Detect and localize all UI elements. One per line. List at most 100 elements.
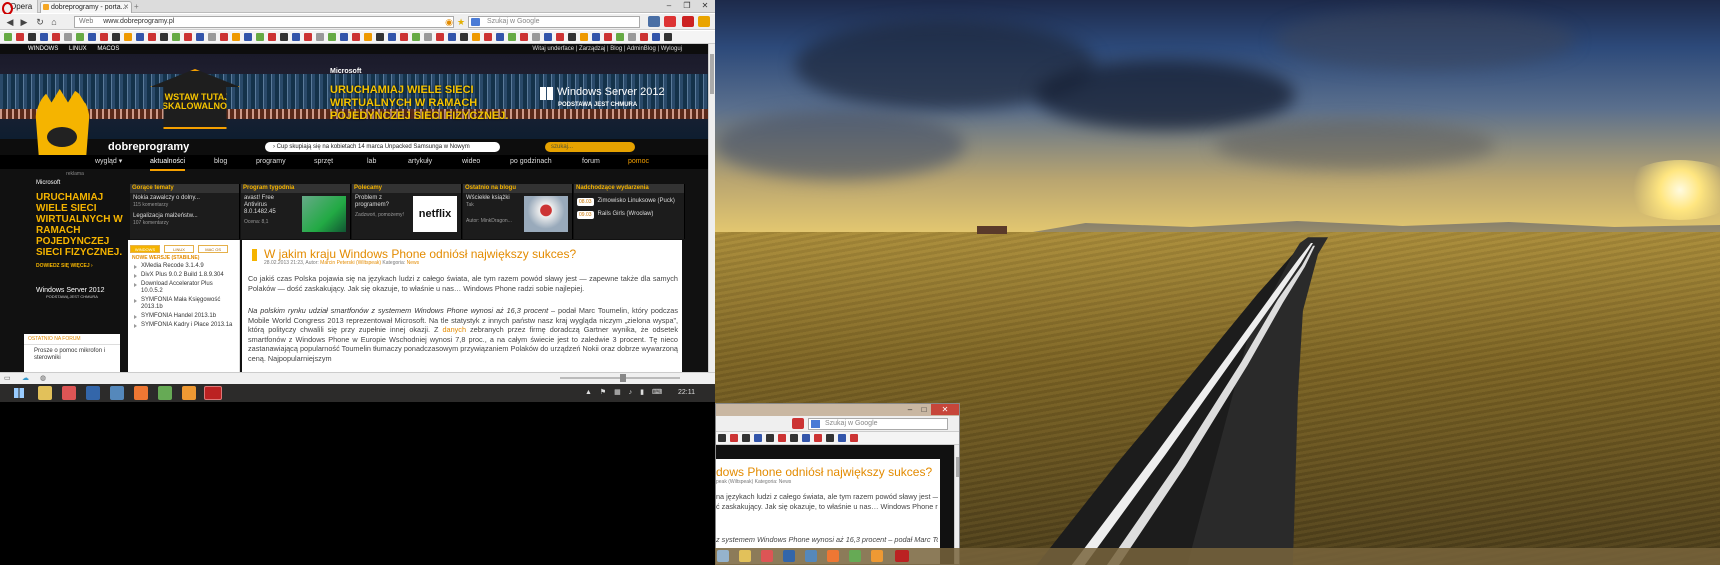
bookmark-icon[interactable] (208, 33, 216, 41)
bookmark-icon[interactable] (388, 33, 396, 41)
star-icon[interactable]: ★ (455, 16, 467, 28)
cloud-icon[interactable]: ☁ (22, 374, 29, 382)
chrome-icon[interactable] (849, 550, 861, 562)
bookmark-icon[interactable] (136, 33, 144, 41)
bookmark-icon[interactable] (268, 33, 276, 41)
bookmark-icon[interactable] (280, 33, 288, 41)
bookmark-icon[interactable] (850, 434, 858, 442)
box-link[interactable]: avast! Free Antivirus 8.0.1482.45 (241, 193, 301, 216)
bookmark-icon[interactable] (436, 33, 444, 41)
tab-windows[interactable]: WINDOWS (130, 245, 160, 253)
bookmark-icon[interactable] (40, 33, 48, 41)
box-link[interactable]: Legalizacja małżeństw... (130, 211, 239, 220)
close-icon[interactable]: ✕ (123, 2, 129, 13)
opera-icon[interactable] (204, 386, 222, 400)
app-icon[interactable] (110, 386, 124, 400)
panel-icon[interactable]: ▭ (4, 374, 11, 382)
bookmark-icon[interactable] (556, 33, 564, 41)
unite-icon[interactable]: ◍ (40, 374, 46, 382)
article-category[interactable]: News (407, 260, 420, 266)
bookmark-icon[interactable] (196, 33, 204, 41)
platform-macos[interactable]: MACOS (97, 46, 119, 52)
bookmark-icon[interactable] (568, 33, 576, 41)
bookmark-icon[interactable] (88, 33, 96, 41)
bookmark-icon[interactable] (826, 434, 834, 442)
bookmark-icon[interactable] (148, 33, 156, 41)
bookmark-icon[interactable] (766, 434, 774, 442)
bookmark-icon[interactable] (340, 33, 348, 41)
menu-item-forum[interactable]: forum (582, 155, 600, 169)
bookmark-icon[interactable] (184, 33, 192, 41)
app-icon[interactable] (86, 386, 100, 400)
bookmark-icon[interactable] (814, 434, 822, 442)
bookmark-icon[interactable] (718, 434, 726, 442)
bookmark-icon[interactable] (448, 33, 456, 41)
bookmark-icon[interactable] (100, 33, 108, 41)
article-link[interactable]: danych (442, 325, 466, 334)
app-icon[interactable] (62, 386, 76, 400)
forum-item[interactable]: Prosze o pomoc mikrofon i sterowniki (24, 345, 120, 362)
tray-arrow-icon[interactable]: ▲ (585, 389, 592, 396)
home-icon[interactable]: ⌂ (48, 16, 60, 28)
bookmark-icon[interactable] (532, 33, 540, 41)
ad-banner[interactable]: WSTAW TUTAJ SKALOWALNOŚĆ Microsoft URUCH… (0, 54, 708, 139)
chrome-icon[interactable] (158, 386, 172, 400)
event-link[interactable]: Zimowisko Linuksowe (Puck) (598, 198, 675, 206)
close-window-icon[interactable]: ✕ (931, 404, 959, 415)
bookmark-icon[interactable] (802, 434, 810, 442)
bookmark-icon[interactable] (790, 434, 798, 442)
search-input[interactable]: Szukaj w Google (468, 16, 640, 28)
volume-icon[interactable]: ♪ (629, 389, 633, 396)
bookmark-icon[interactable] (4, 33, 12, 41)
bookmark-icon[interactable] (496, 33, 504, 41)
bookmark-icon[interactable] (652, 33, 660, 41)
minimize-icon[interactable]: – (660, 0, 678, 12)
flag-icon[interactable]: ⚑ (600, 389, 606, 396)
menu-item-blog[interactable]: blog (214, 155, 227, 169)
scrollbar-thumb[interactable] (956, 457, 959, 477)
maximize-icon[interactable]: □ (917, 404, 931, 415)
menu-item-wyglad[interactable]: wygląd ▾ (95, 155, 122, 169)
zoom-slider-handle[interactable] (620, 374, 626, 382)
box-link[interactable]: Wściekłe książki (463, 193, 521, 202)
rss-icon[interactable]: ◉ (443, 16, 455, 28)
explorer-icon[interactable] (38, 386, 52, 400)
list-item[interactable]: SYMFONIA Handel 2013.1b (128, 312, 239, 321)
box-link[interactable]: Nokia zawalczy o dolny... (130, 193, 239, 202)
firefox-icon[interactable] (827, 550, 839, 562)
menu-item-lab[interactable]: lab (367, 155, 376, 169)
app-icon[interactable] (182, 386, 196, 400)
box-link[interactable]: Problem z programem? (352, 193, 404, 209)
close-window-icon[interactable]: ✕ (696, 0, 714, 12)
list-item[interactable]: DivX Plus 9.0.2 Build 1.8.9.304 (128, 271, 239, 280)
app-icon[interactable] (761, 550, 773, 562)
start-icon[interactable] (14, 388, 24, 398)
bookmark-icon[interactable] (16, 33, 24, 41)
event-link[interactable]: Rails Girls (Wrocław) (598, 211, 654, 219)
reload-icon[interactable]: ↻ (34, 16, 46, 28)
page-scrollbar[interactable] (954, 445, 959, 564)
bookmark-icon[interactable] (124, 33, 132, 41)
list-item[interactable]: SYMFONIA Kadry i Płace 2013.1a (128, 321, 239, 330)
window-titlebar[interactable]: – □ ✕ (716, 404, 959, 416)
article-title[interactable]: dows Phone odniósł największy sukces? (716, 465, 932, 479)
bookmark-icon[interactable] (730, 434, 738, 442)
bookmark-icon[interactable] (28, 33, 36, 41)
bookmark-icon[interactable] (364, 33, 372, 41)
menu-item-programy[interactable]: programy (256, 155, 286, 169)
blog-thumbnail-image[interactable] (524, 196, 568, 232)
opera-menu-button[interactable]: Opera (0, 0, 38, 15)
news-ticker[interactable]: › Cup skupiają się na kobietach 14 marca… (265, 142, 500, 152)
bookmark-icon[interactable] (628, 33, 636, 41)
back-icon[interactable]: ◀ (4, 16, 16, 28)
menu-item-pomoc[interactable]: pomoc (628, 155, 649, 169)
bookmark-icon[interactable] (664, 33, 672, 41)
start-icon[interactable] (717, 550, 729, 562)
bookmark-icon[interactable] (484, 33, 492, 41)
app-icon[interactable] (805, 550, 817, 562)
ad-more-link[interactable]: DOWIEDZ SIĘ WIĘCEJ › (24, 263, 126, 269)
app-icon[interactable] (871, 550, 883, 562)
bookmark-icon[interactable] (52, 33, 60, 41)
bookmark-icon[interactable] (592, 33, 600, 41)
bookmark-icon[interactable] (160, 33, 168, 41)
